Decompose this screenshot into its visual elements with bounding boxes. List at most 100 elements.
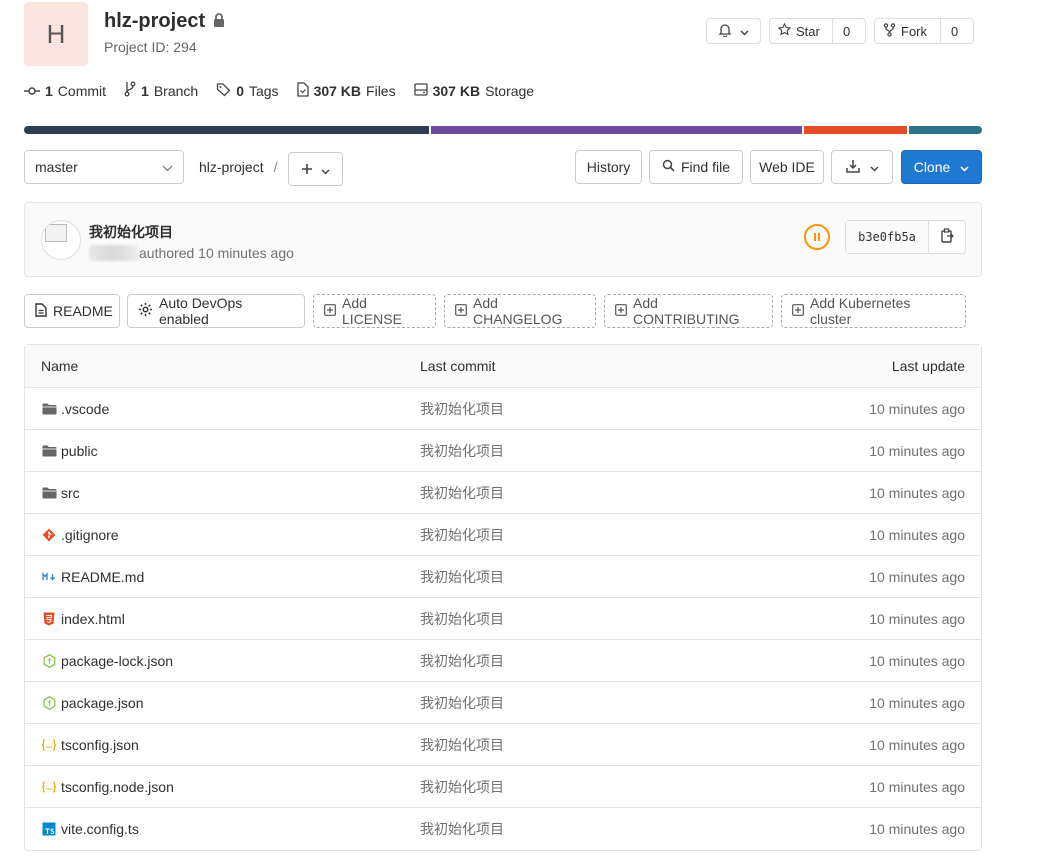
file-name[interactable]: src (61, 485, 80, 501)
table-row[interactable]: tsconfig.json 我初始化项目 10 minutes ago (25, 724, 981, 766)
add-file-dropdown[interactable] (288, 152, 343, 186)
file-name-cell[interactable]: index.html (41, 598, 125, 639)
last-commit-message[interactable]: 我初始化项目 (420, 598, 504, 639)
last-commit-message[interactable]: 我初始化项目 (420, 556, 504, 597)
author-avatar[interactable] (41, 220, 81, 260)
table-row[interactable]: package-lock.json 我初始化项目 10 minutes ago (25, 640, 981, 682)
html5-icon (41, 611, 57, 627)
add-kubernetes-cluster-button[interactable]: Add Kubernetes cluster (781, 294, 966, 328)
branch-icon (124, 81, 136, 100)
file-name[interactable]: package.json (61, 695, 144, 711)
notification-button[interactable] (706, 18, 761, 44)
language-segment[interactable] (908, 126, 982, 134)
table-row[interactable]: .gitignore 我初始化项目 10 minutes ago (25, 514, 981, 556)
readme-button[interactable]: README (24, 294, 120, 328)
last-commit-message[interactable]: 我初始化项目 (420, 472, 504, 513)
commit-title[interactable]: 我初始化项目 (89, 222, 173, 242)
breadcrumb-separator: / (273, 159, 278, 175)
nodejs-icon (41, 653, 57, 669)
file-name-cell[interactable]: public (41, 430, 98, 471)
file-name[interactable]: README.md (61, 569, 144, 585)
last-commit-message[interactable]: 我初始化项目 (420, 766, 504, 807)
file-name-cell[interactable]: tsconfig.json (41, 724, 139, 765)
files-stat[interactable]: 307 KB Files (296, 81, 396, 100)
last-commit-message[interactable]: 我初始化项目 (420, 808, 504, 850)
folder-icon (41, 485, 57, 501)
last-commit-message[interactable]: 我初始化项目 (420, 724, 504, 765)
copy-sha-button[interactable] (929, 221, 965, 253)
last-update-time: 10 minutes ago (869, 821, 965, 837)
author-name-redacted (89, 245, 139, 261)
file-name-cell[interactable]: tsconfig.node.json (41, 766, 174, 807)
project-avatar-letter: H (46, 18, 66, 49)
file-name-cell[interactable]: src (41, 472, 80, 513)
file-name[interactable]: tsconfig.node.json (61, 779, 174, 795)
project-name[interactable]: hlz-project (104, 10, 205, 33)
commit-sha[interactable]: b3e0fb5a (846, 221, 929, 253)
file-name-cell[interactable]: .vscode (41, 388, 109, 429)
download-dropdown[interactable] (831, 150, 893, 184)
file-name[interactable]: .vscode (61, 401, 109, 417)
file-name[interactable]: public (61, 443, 98, 459)
git-icon (41, 527, 57, 543)
file-name-cell[interactable]: README.md (41, 556, 144, 597)
settings-gear-icon (138, 302, 153, 320)
project-stats: 1 Commit 1 Branch 0 Tags 307 KB Files 30… (24, 81, 534, 100)
language-segment[interactable] (803, 126, 907, 134)
chevron-down-icon (162, 159, 173, 175)
add-changelog-button[interactable]: Add CHANGELOG (444, 294, 596, 328)
file-name[interactable]: package-lock.json (61, 653, 173, 669)
star-button[interactable]: Star 0 (769, 18, 866, 44)
branches-stat[interactable]: 1 Branch (124, 81, 198, 100)
last-commit-message[interactable]: 我初始化项目 (420, 514, 504, 555)
file-name[interactable]: index.html (61, 611, 125, 627)
last-commit-message[interactable]: 我初始化项目 (420, 640, 504, 681)
file-name[interactable]: vite.config.ts (61, 821, 139, 837)
storage-stat[interactable]: 307 KB Storage (413, 81, 534, 100)
pipeline-paused-icon[interactable] (804, 224, 830, 250)
find-file-button[interactable]: Find file (649, 150, 743, 184)
fork-label: Fork (901, 23, 927, 39)
table-row[interactable]: package.json 我初始化项目 10 minutes ago (25, 682, 981, 724)
language-segment[interactable] (24, 126, 429, 134)
add-contributing-button[interactable]: Add CONTRIBUTING (604, 294, 773, 328)
table-row[interactable]: public 我初始化项目 10 minutes ago (25, 430, 981, 472)
branch-dropdown[interactable]: master (24, 150, 184, 184)
table-row[interactable]: index.html 我初始化项目 10 minutes ago (25, 598, 981, 640)
breadcrumb-project[interactable]: hlz-project (199, 159, 264, 175)
document-icon (35, 302, 47, 320)
history-button[interactable]: History (575, 150, 642, 184)
file-name[interactable]: tsconfig.json (61, 737, 139, 753)
folder-icon (41, 443, 57, 459)
web-ide-button[interactable]: Web IDE (750, 150, 824, 184)
commits-stat[interactable]: 1 Commit (24, 81, 106, 100)
last-commit-message[interactable]: 我初始化项目 (420, 682, 504, 723)
file-name-cell[interactable]: package-lock.json (41, 640, 173, 681)
tags-stat[interactable]: 0 Tags (216, 81, 279, 100)
file-name[interactable]: .gitignore (61, 527, 119, 543)
project-avatar: H (24, 2, 88, 66)
table-row[interactable]: vite.config.ts 我初始化项目 10 minutes ago (25, 808, 981, 850)
fork-count[interactable]: 0 (940, 19, 968, 43)
language-segment[interactable] (430, 126, 802, 134)
clone-button[interactable]: Clone (901, 150, 982, 184)
repository-languages-bar[interactable] (24, 126, 982, 134)
table-row[interactable]: .vscode 我初始化项目 10 minutes ago (25, 388, 981, 430)
last-update-time: 10 minutes ago (869, 484, 965, 501)
fork-button[interactable]: Fork 0 (874, 18, 974, 44)
chevron-down-icon (321, 159, 330, 180)
plus-icon (301, 159, 313, 180)
auto-devops-button[interactable]: Auto DevOps enabled (127, 294, 305, 328)
table-row[interactable]: README.md 我初始化项目 10 minutes ago (25, 556, 981, 598)
file-name-cell[interactable]: package.json (41, 682, 144, 723)
table-row[interactable]: tsconfig.node.json 我初始化项目 10 minutes ago (25, 766, 981, 808)
table-row[interactable]: src 我初始化项目 10 minutes ago (25, 472, 981, 514)
nodejs-icon (41, 695, 57, 711)
add-license-button[interactable]: Add LICENSE (313, 294, 436, 328)
branch-name: master (35, 159, 78, 175)
last-commit-message[interactable]: 我初始化项目 (420, 388, 504, 429)
file-name-cell[interactable]: vite.config.ts (41, 808, 139, 850)
star-count[interactable]: 0 (832, 19, 860, 43)
file-name-cell[interactable]: .gitignore (41, 514, 119, 555)
last-commit-message[interactable]: 我初始化项目 (420, 430, 504, 471)
